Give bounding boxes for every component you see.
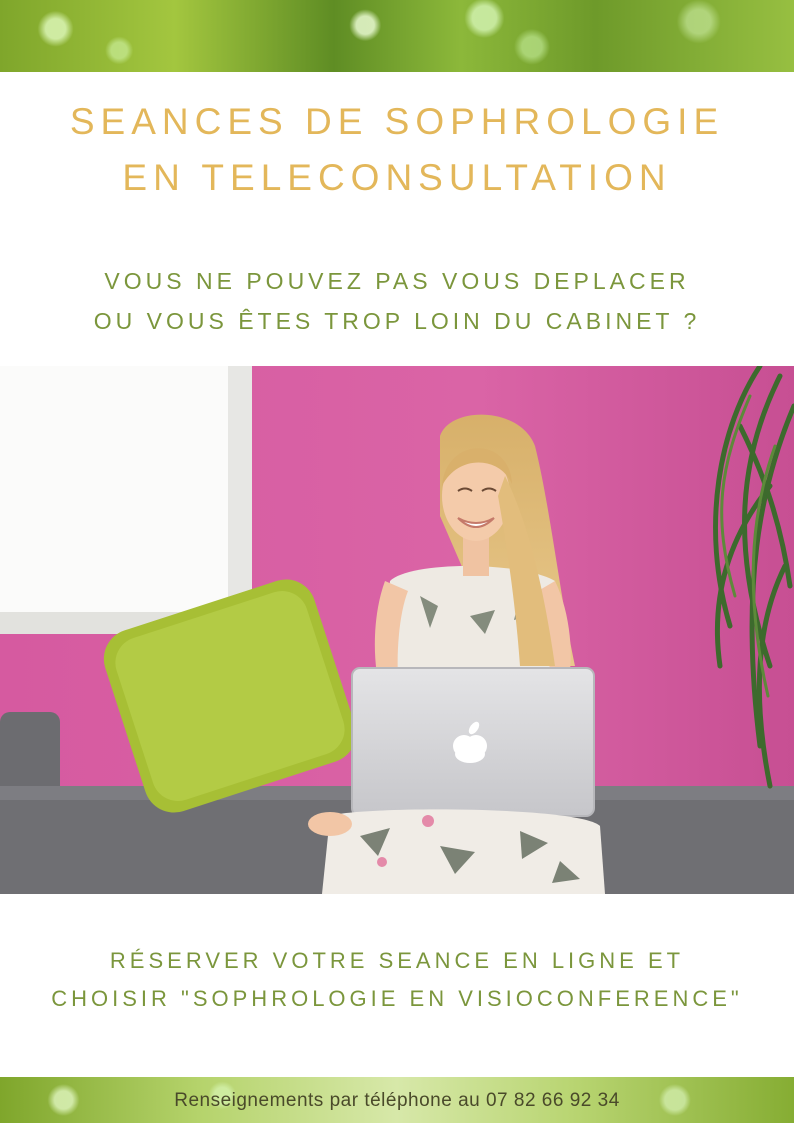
intro-line-1: VOUS NE POUVEZ PAS VOUS DEPLACER bbox=[104, 268, 690, 294]
title-line-1: SEANCES DE SOPHROLOGIE bbox=[69, 101, 725, 142]
woman-laptop-photo bbox=[0, 366, 794, 894]
title-line-2: EN TELECONSULTATION bbox=[122, 157, 672, 198]
phone-contact-text: Renseignements par téléphone au 07 82 66… bbox=[174, 1090, 620, 1111]
cta-line-2: CHOISIR "SOPHROLOGIE EN VISIOCONFERENCE" bbox=[51, 986, 743, 1011]
cta-line-1: RÉSERVER VOTRE SEANCE EN LIGNE ET bbox=[109, 948, 685, 973]
intro-line-2: OU VOUS ÊTES TROP LOIN DU CABINET ? bbox=[93, 308, 701, 334]
top-foliage-banner bbox=[0, 0, 794, 72]
photo-illustration bbox=[0, 366, 794, 894]
